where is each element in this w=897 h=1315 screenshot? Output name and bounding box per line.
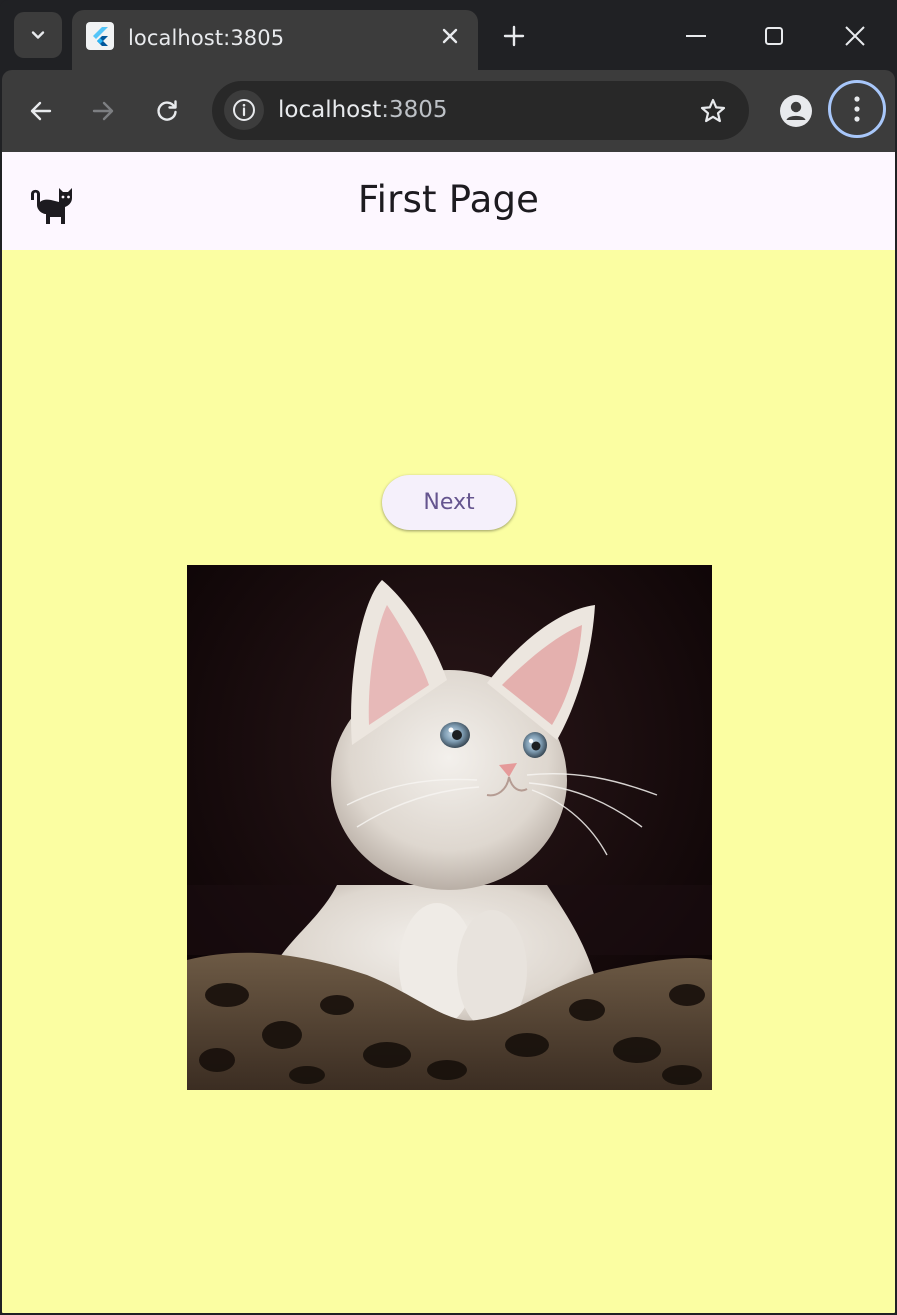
kitten-image xyxy=(187,565,712,1090)
browser-window: localhost:3805 localhost:3805 First Page… xyxy=(0,0,897,1315)
back-button[interactable] xyxy=(20,90,62,132)
url-port: :3805 xyxy=(381,97,448,123)
minimize-button[interactable] xyxy=(672,12,720,60)
tab-close-button[interactable] xyxy=(438,24,462,48)
close-icon xyxy=(442,28,458,44)
app-page: First Page Next xyxy=(2,152,895,1313)
new-tab-button[interactable] xyxy=(496,18,532,54)
maximize-icon xyxy=(765,27,783,45)
profile-button[interactable] xyxy=(776,91,816,131)
person-icon xyxy=(780,95,812,127)
star-icon xyxy=(700,98,726,123)
browser-toolbar: localhost:3805 xyxy=(2,70,895,152)
url-host: localhost xyxy=(278,97,382,123)
forward-button[interactable] xyxy=(82,90,124,132)
next-button[interactable]: Next xyxy=(382,475,516,530)
site-info-button[interactable] xyxy=(224,90,264,130)
arrow-left-icon xyxy=(30,101,52,121)
maximize-button[interactable] xyxy=(750,12,798,60)
bookmark-button[interactable] xyxy=(697,95,729,127)
address-bar[interactable]: localhost:3805 xyxy=(212,81,749,140)
flutter-icon xyxy=(86,22,114,50)
reload-icon xyxy=(157,100,177,121)
url-text: localhost:3805 xyxy=(278,97,448,123)
arrow-right-icon xyxy=(92,101,114,121)
reload-button[interactable] xyxy=(146,90,188,132)
tab-strip: localhost:3805 xyxy=(0,0,897,70)
plus-icon xyxy=(503,25,525,47)
close-icon xyxy=(845,26,865,46)
page-title: First Page xyxy=(357,178,540,221)
more-vert-icon xyxy=(854,96,860,122)
browser-tab[interactable]: localhost:3805 xyxy=(72,10,478,70)
app-bar: First Page xyxy=(2,152,895,250)
browser-menu-button[interactable] xyxy=(828,80,886,138)
close-window-button[interactable] xyxy=(831,12,879,60)
chevron-down-icon xyxy=(31,31,45,39)
tab-title: localhost:3805 xyxy=(128,26,285,50)
tab-search-button[interactable] xyxy=(14,12,62,58)
info-icon xyxy=(233,99,255,121)
minimize-icon xyxy=(686,35,706,37)
